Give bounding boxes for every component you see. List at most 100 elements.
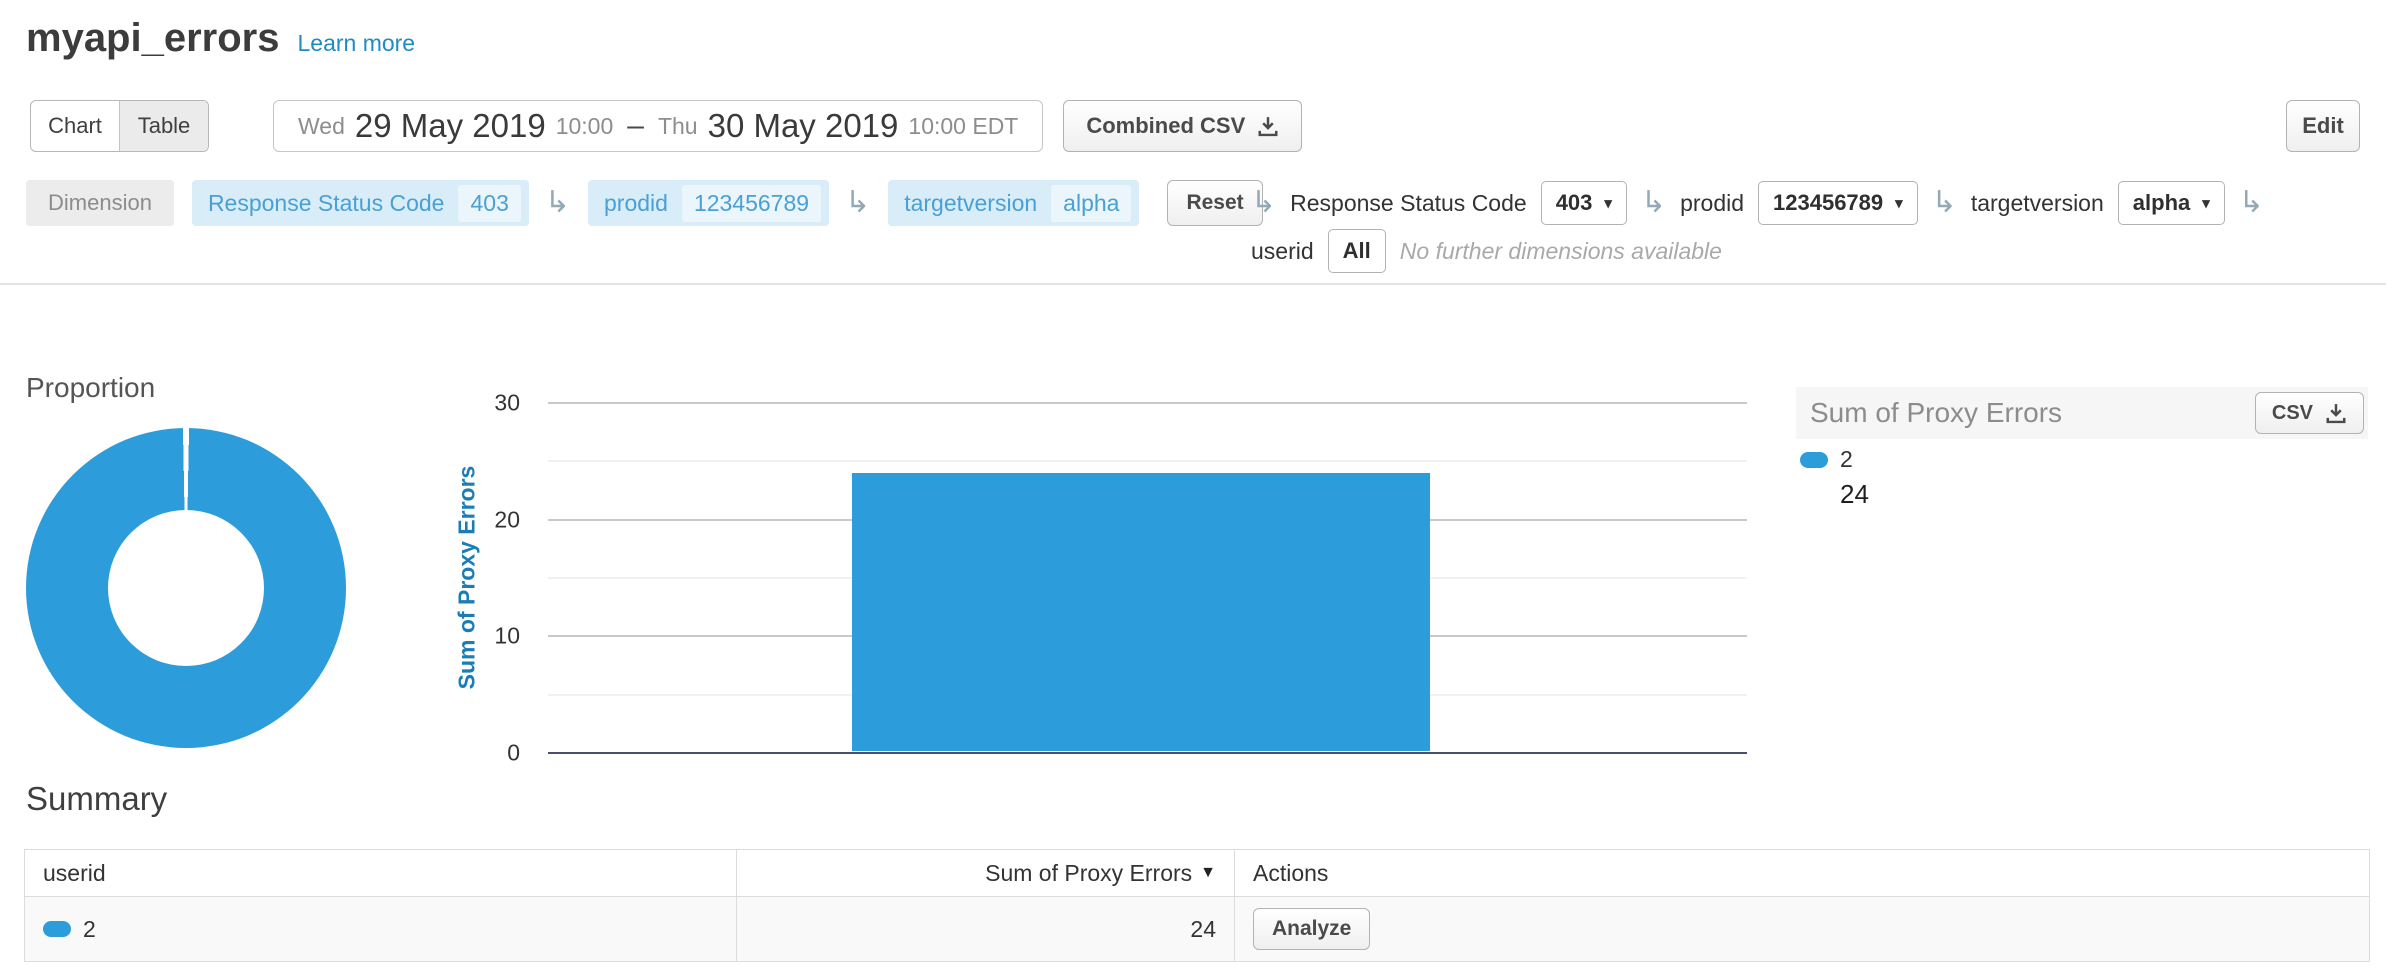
chip-value: 123456789	[682, 185, 821, 222]
selected-value: 123456789	[1773, 190, 1883, 216]
csv-label: CSV	[2272, 402, 2313, 425]
no-more-dimensions-text: No further dimensions available	[1400, 238, 1722, 265]
proportion-chart-title: Proportion	[26, 372, 155, 404]
toolbar: Chart Table Wed 29 May 2019 10:00 – Thu …	[30, 100, 2360, 152]
section-divider	[0, 283, 2386, 285]
chevron-down-icon: ▾	[2202, 194, 2210, 212]
analyze-button[interactable]: Analyze	[1253, 908, 1370, 950]
legend-list: 2 24	[1800, 446, 1869, 510]
drilldown-arrow-icon: ↳	[1641, 188, 1666, 218]
actions-cell: Analyze	[1235, 897, 2369, 961]
drilldown-filter-row: ↳ Response Status Code 403 ▾ ↳ prodid 12…	[1251, 180, 2264, 226]
legend-header: Sum of Proxy Errors CSV	[1796, 387, 2368, 439]
proportion-donut-chart	[24, 415, 426, 761]
filter-chip-prodid[interactable]: prodid 123456789	[588, 180, 829, 226]
summary-table-header: userid Sum of Proxy Errors ▼ Actions	[25, 850, 2369, 897]
filter-name: prodid	[1680, 190, 1744, 217]
start-date: 29 May 2019	[355, 107, 546, 145]
summary-table: userid Sum of Proxy Errors ▼ Actions 2 2…	[24, 849, 2370, 962]
y-tick-label: 0	[507, 742, 520, 765]
chip-name: prodid	[604, 190, 668, 217]
gridline	[548, 752, 1747, 754]
table-row: 2 24 Analyze	[25, 897, 2369, 961]
legend-item-label: 2	[1840, 446, 1853, 473]
userid-filter-row: userid All No further dimensions availab…	[1251, 230, 2264, 272]
targetversion-select[interactable]: alpha ▾	[2118, 181, 2225, 225]
csv-button[interactable]: CSV	[2255, 392, 2364, 434]
response-status-code-select[interactable]: 403 ▾	[1541, 181, 1627, 225]
sum-cell: 24	[737, 897, 1235, 961]
column-header-userid[interactable]: userid	[25, 850, 737, 896]
date-range-picker[interactable]: Wed 29 May 2019 10:00 – Thu 30 May 2019 …	[273, 100, 1043, 152]
bar-series-segment[interactable]	[852, 473, 1430, 751]
dimension-label: Dimension	[26, 180, 174, 226]
selected-value: All	[1343, 238, 1371, 264]
chevron-down-icon: ▾	[1895, 194, 1903, 212]
drilldown-arrow-icon: ↳	[1932, 188, 1957, 218]
analyze-label: Analyze	[1272, 917, 1351, 941]
prodid-select[interactable]: 123456789 ▾	[1758, 181, 1918, 225]
end-time: 10:00 EDT	[908, 113, 1018, 140]
userid-value: 2	[83, 916, 96, 943]
y-tick-label: 20	[494, 508, 520, 531]
donut-slice[interactable]	[26, 428, 346, 748]
date-range-separator: –	[627, 109, 644, 143]
drilldown-arrow-icon: ↳	[2239, 188, 2264, 218]
table-view-button[interactable]: Table	[119, 101, 208, 151]
custom-report-page: myapi_errors Learn more Chart Table Wed …	[0, 0, 2386, 968]
column-header-sum-label: Sum of Proxy Errors	[985, 860, 1192, 887]
combined-csv-label: Combined CSV	[1086, 113, 1245, 139]
chip-value: 403	[458, 185, 520, 222]
gridline	[548, 402, 1747, 404]
legend-item-value: 24	[1840, 479, 1869, 510]
column-header-actions: Actions	[1235, 850, 2369, 896]
sort-desc-icon: ▼	[1200, 864, 1216, 882]
end-day: Thu	[658, 113, 698, 140]
donut-hole	[108, 510, 264, 666]
filter-name: Response Status Code	[1290, 190, 1527, 217]
chip-name: Response Status Code	[208, 190, 445, 217]
chevron-down-icon: ▾	[1604, 194, 1612, 212]
page-title: myapi_errors	[26, 16, 279, 61]
legend-swatch	[1800, 452, 1828, 468]
combined-csv-button[interactable]: Combined CSV	[1063, 100, 1302, 152]
chip-value: alpha	[1051, 185, 1131, 222]
summary-title: Summary	[26, 780, 167, 818]
edit-button[interactable]: Edit	[2286, 100, 2360, 152]
legend-item[interactable]: 2	[1800, 446, 1869, 473]
view-toggle: Chart Table	[30, 100, 209, 152]
drilldown-arrow-icon: ↳	[845, 188, 870, 218]
column-header-sum-of-proxy-errors[interactable]: Sum of Proxy Errors ▼	[737, 850, 1235, 896]
selected-value: 403	[1556, 190, 1593, 216]
series-swatch	[43, 921, 71, 937]
selected-value: alpha	[2133, 190, 2190, 216]
y-tick-label: 30	[494, 392, 520, 415]
chart-view-button[interactable]: Chart	[31, 101, 119, 151]
drilldown-arrow-icon: ↳	[1251, 188, 1276, 218]
userid-filter-label: userid	[1251, 238, 1314, 265]
y-axis-ticks: 0102030	[448, 403, 520, 753]
bar-plot	[548, 403, 1747, 753]
end-date: 30 May 2019	[708, 107, 899, 145]
filter-chip-targetversion[interactable]: targetversion alpha	[888, 180, 1139, 226]
learn-more-link[interactable]: Learn more	[297, 30, 415, 57]
drilldown-filters: ↳ Response Status Code 403 ▾ ↳ prodid 12…	[1251, 180, 2264, 272]
reset-button[interactable]: Reset	[1167, 180, 1262, 226]
edit-label: Edit	[2302, 113, 2344, 139]
y-tick-label: 10	[494, 625, 520, 648]
dimension-bar: Dimension Response Status Code 403 ↳ pro…	[26, 180, 2360, 272]
drilldown-arrow-icon: ↳	[545, 188, 570, 218]
gridline	[548, 461, 1747, 462]
download-icon	[1257, 115, 1279, 137]
download-icon	[2325, 402, 2347, 424]
userid-cell: 2	[25, 897, 737, 961]
legend-title: Sum of Proxy Errors	[1810, 397, 2255, 429]
report-header: myapi_errors Learn more	[26, 16, 415, 61]
filter-chip-response-status-code[interactable]: Response Status Code 403	[192, 180, 529, 226]
start-time: 10:00	[556, 113, 614, 140]
filter-name: targetversion	[1971, 190, 2104, 217]
start-day: Wed	[298, 113, 345, 140]
userid-select[interactable]: All	[1328, 229, 1386, 273]
chip-name: targetversion	[904, 190, 1037, 217]
reset-label: Reset	[1186, 191, 1243, 215]
